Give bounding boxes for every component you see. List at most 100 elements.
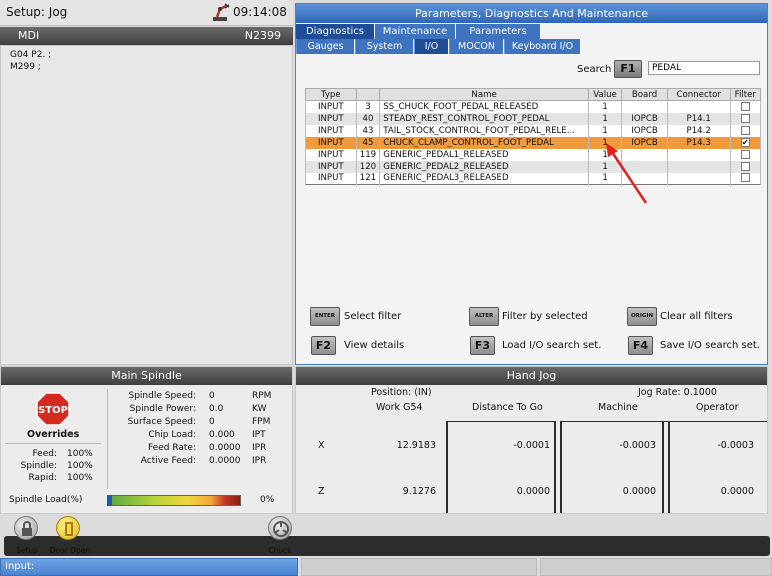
mdi-line: M299 ; xyxy=(10,62,41,72)
column-header-connector[interactable]: Connector xyxy=(666,88,731,101)
f3-key-button[interactable]: F3 xyxy=(470,336,495,355)
column-header-type[interactable]: Type xyxy=(305,88,357,101)
column-header-value[interactable]: Value xyxy=(587,88,623,101)
f2-key-button[interactable]: F2 xyxy=(311,336,336,355)
spindle-load-value: 0% xyxy=(260,495,275,505)
table-row[interactable]: INPUT 3 SS_CHUCK_FOOT_PEDAL_RELEASED 1 xyxy=(305,100,762,113)
column-header-name[interactable]: Name xyxy=(379,88,589,101)
table-row[interactable]: INPUT 43 TAIL_STOCK_CONTROL_FOOT_PEDAL_R… xyxy=(305,124,762,137)
filter-checkbox[interactable] xyxy=(740,125,750,135)
table-row[interactable]: INPUT 119 GENERIC_PEDAL1_RELEASED 1 xyxy=(305,148,762,161)
f1-key-button[interactable]: F1 xyxy=(614,60,642,78)
table-header-row: Type Name Value Board Connector Filter xyxy=(305,88,762,101)
cell-connector xyxy=(666,100,731,113)
axis-value: -0.0001 xyxy=(513,440,550,451)
cell-board: IOPCB xyxy=(621,124,668,137)
io-table: Type Name Value Board Connector Filter I… xyxy=(305,88,762,185)
column-header-filter[interactable]: Filter xyxy=(729,88,762,101)
overrides-label: Overrides xyxy=(27,429,80,440)
door-open-icon-label: Door Open xyxy=(49,546,91,555)
mdi-title: MDI xyxy=(18,29,40,42)
filter-checkbox[interactable] xyxy=(740,113,750,123)
mdi-editor[interactable]: G04 P2. ; M299 ; xyxy=(0,45,293,365)
table-row[interactable]: INPUT 40 STEADY_REST_CONTROL_FOOT_PEDAL … xyxy=(305,112,762,125)
tab-gauges[interactable]: Gauges xyxy=(296,39,354,54)
tab-maintenance[interactable]: Maintenance xyxy=(375,24,455,39)
divider xyxy=(5,443,101,444)
cell-number: 43 xyxy=(355,124,381,137)
tab-system[interactable]: System xyxy=(355,39,413,54)
hint-label: Save I/O search set. xyxy=(660,340,760,351)
cell-number: 3 xyxy=(355,100,381,113)
cell-value: 1 xyxy=(587,124,623,137)
status-top-bar: Setup: Jog 09:14:08 xyxy=(0,0,293,26)
hint-label: Clear all filters xyxy=(660,311,733,322)
hint-label: Filter by selected xyxy=(502,311,588,322)
spindle-stat-label: Active Feed: xyxy=(140,456,196,466)
spindle-load-marker xyxy=(107,495,112,506)
tab-mocon[interactable]: MOCON xyxy=(449,39,503,54)
cell-number: 45 xyxy=(355,136,381,149)
origin-key-button[interactable]: ORIGIN xyxy=(627,307,657,326)
alter-key-button[interactable]: ALTER xyxy=(469,307,499,326)
cell-number: 120 xyxy=(355,160,381,173)
filter-checkbox[interactable] xyxy=(740,173,750,183)
input-field[interactable]: Input: xyxy=(0,558,298,576)
jog-rate-label: Jog Rate: 0.1000 xyxy=(638,387,717,398)
f4-key-button[interactable]: F4 xyxy=(628,336,653,355)
filter-checkbox-checked[interactable]: ✔ xyxy=(740,137,750,147)
spindle-stat-unit: KW xyxy=(252,404,267,414)
spindle-stat-unit: IPR xyxy=(252,443,267,453)
hand-jog-title: Hand Jog xyxy=(296,367,767,385)
robot-arm-icon xyxy=(213,3,230,21)
enter-key-button[interactable]: ENTER xyxy=(310,307,340,326)
clock: 09:14:08 xyxy=(233,5,287,19)
axis-value: 0.0000 xyxy=(622,486,656,497)
main-spindle-title: Main Spindle xyxy=(1,367,292,385)
spindle-stat-label: Surface Speed: xyxy=(127,417,196,427)
lock-icon[interactable] xyxy=(14,516,38,540)
stop-icon[interactable]: STOP xyxy=(36,392,70,426)
axis-value: 0.0000 xyxy=(720,486,754,497)
override-label: Rapid: xyxy=(28,473,57,483)
filter-checkbox[interactable] xyxy=(740,101,750,111)
table-row-selected[interactable]: INPUT 45 CHUCK_CLAMP_CONTROL_FOOT_PEDAL … xyxy=(305,136,762,149)
filter-checkbox[interactable] xyxy=(740,149,750,159)
status-field xyxy=(301,558,537,576)
column-header-board[interactable]: Board xyxy=(621,88,668,101)
bottom-status-bar xyxy=(4,536,770,556)
cell-name: GENERIC_PEDAL1_RELEASED xyxy=(379,148,589,161)
cell-connector xyxy=(666,148,731,161)
chuck-icon[interactable] xyxy=(268,516,292,540)
table-row[interactable]: INPUT 121 GENERIC_PEDAL3_RELEASED 1 xyxy=(305,172,762,185)
spindle-stat-label: Feed Rate: xyxy=(147,443,196,453)
main-spindle-panel: Main Spindle STOP Overrides Feed: 100% S… xyxy=(0,366,293,514)
axis-value: 12.9183 xyxy=(396,440,436,451)
spindle-stat-label: Spindle Speed: xyxy=(128,391,197,401)
tab-keyboard-io[interactable]: Keyboard I/O xyxy=(504,39,580,54)
column-header-number[interactable] xyxy=(355,88,381,101)
annotation-arrow xyxy=(606,143,648,204)
cell-value: 1 xyxy=(587,112,623,125)
svg-text:STOP: STOP xyxy=(38,405,68,416)
cell-name: CHUCK_CLAMP_CONTROL_FOOT_PEDAL xyxy=(379,136,589,149)
tab-parameters[interactable]: Parameters xyxy=(456,24,540,39)
cell-type: INPUT xyxy=(305,136,357,149)
search-input[interactable] xyxy=(648,61,760,75)
spindle-stat-value: 0 xyxy=(209,391,215,401)
cell-connector: P14.2 xyxy=(666,124,731,137)
cell-type: INPUT xyxy=(305,124,357,137)
spindle-stat-unit: FPM xyxy=(252,417,271,427)
filter-checkbox[interactable] xyxy=(740,161,750,171)
table-row[interactable]: INPUT 120 GENERIC_PEDAL2_RELEASED 1 xyxy=(305,160,762,173)
mdi-header: MDI N2399 xyxy=(0,27,293,45)
spindle-stat-label: Chip Load: xyxy=(148,430,196,440)
tab-diagnostics[interactable]: Diagnostics xyxy=(296,24,374,39)
door-open-icon[interactable] xyxy=(56,516,80,540)
cell-connector xyxy=(666,172,731,185)
cell-number: 119 xyxy=(355,148,381,161)
mdi-n-number: N2399 xyxy=(244,29,281,42)
spindle-stat-value: 0 xyxy=(209,417,215,427)
cell-number: 121 xyxy=(355,172,381,185)
tab-io[interactable]: I/O xyxy=(414,39,448,54)
